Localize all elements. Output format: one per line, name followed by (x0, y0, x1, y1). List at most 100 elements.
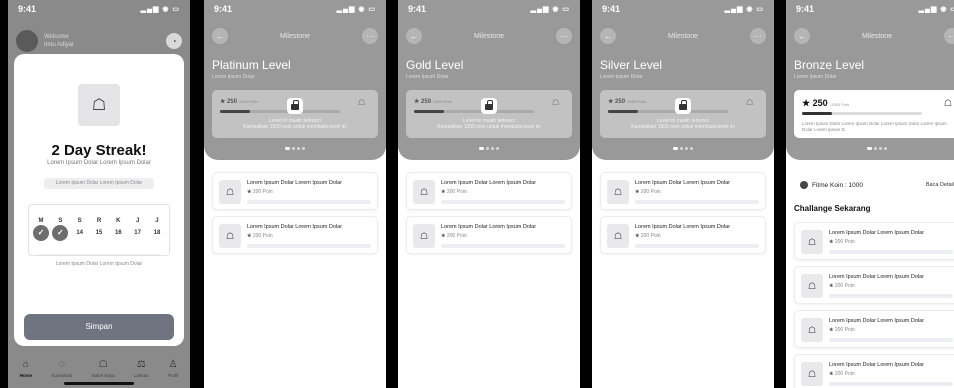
carousel-dot[interactable] (680, 147, 683, 150)
level-progress-bar (802, 112, 922, 115)
challenge-card[interactable]: ☖ Lorem Ipsum Dolar Lorem Ipsum Dolar ★ … (212, 216, 378, 254)
milestone-header-area: 9:41 ▂▄▆ ◉ ▭ ← Milestone ··· Platinum Le… (204, 0, 386, 160)
star-icon: ★ (829, 239, 834, 245)
avatar[interactable] (16, 30, 38, 52)
challenge-progress-bar (635, 244, 759, 248)
challenge-card[interactable]: ☖ Lorem Ipsum Dolar Lorem Ipsum Dolar ★ … (212, 172, 378, 210)
read-detail-link[interactable]: Baca Detail (926, 182, 954, 188)
milestone-nav: ← Milestone ··· (600, 26, 766, 46)
challenge-points: ★ 200 Poin (829, 239, 855, 245)
milestone-platinum-screen: 9:41 ▂▄▆ ◉ ▭ ← Milestone ··· Platinum Le… (204, 0, 386, 388)
challenge-card[interactable]: ☖ Lorem Ipsum Dolar Lorem Ipsum Dolar ★ … (794, 266, 954, 304)
milestone-bronze-screen: 9:41 ▂▄▆ ◉ ▭ ← Milestone ··· Bronze Leve… (786, 0, 954, 388)
challenge-card[interactable]: ☖ Lorem Ipsum Dolar Lorem Ipsum Dolar ★ … (406, 216, 572, 254)
challenge-progress-bar (829, 250, 953, 254)
welcome-label: Welcome (44, 34, 69, 40)
tab-latihan[interactable]: ⚖ Latihan (134, 359, 149, 378)
challenge-points-label: 200 Poin (834, 239, 855, 245)
level-card-locked[interactable]: ★ 250 /1000 Poin ☖ Level ini masih terku… (406, 90, 572, 138)
challenge-points-label: 200 Poin (834, 327, 855, 333)
more-icon[interactable]: ··· (750, 28, 766, 44)
back-arrow-icon[interactable]: ← (600, 28, 616, 44)
tab-label: Konsultasi (51, 373, 73, 378)
save-button[interactable]: Simpan (24, 314, 174, 340)
more-icon[interactable]: ··· (556, 28, 572, 44)
back-arrow-icon[interactable]: ← (794, 28, 810, 44)
carousel-dot[interactable] (874, 147, 877, 150)
star-icon: ★ (635, 189, 640, 195)
carousel-dot[interactable] (302, 147, 305, 150)
challenge-card[interactable]: ☖ Lorem Ipsum Dolar Lorem Ipsum Dolar ★ … (406, 172, 572, 210)
locked-message: Level ini masih terkunci Kumpulkan 1000 … (212, 118, 378, 130)
carousel-dot-active[interactable] (673, 147, 678, 150)
challenge-points: ★ 200 Poin (441, 189, 467, 195)
milestone-nav: ← Milestone ··· (794, 26, 954, 46)
carousel-dot-active[interactable] (285, 147, 290, 150)
status-bar: 9:41 ▂▄▆ ◉ ▭ (8, 0, 190, 18)
star-icon: ★ (441, 189, 446, 195)
challenge-card[interactable]: ☖ Lorem Ipsum Dolar Lorem Ipsum Dolar ★ … (600, 216, 766, 254)
carousel-dots (204, 147, 386, 150)
carousel-dot[interactable] (685, 147, 688, 150)
status-time: 9:41 (18, 4, 37, 14)
tab-kalori-saya[interactable]: ☖ Kalori Saya (92, 359, 115, 378)
level-subtitle: Lorem Ipsum Dolar (794, 74, 837, 80)
dumbbell-icon: ⚖ (136, 359, 146, 370)
home-icon: ⌂ (22, 359, 29, 370)
tab-konsultasi[interactable]: ◌ Konsultasi (52, 359, 73, 378)
signal-battery-icon: ▂▄▆ ◉ ▭ (140, 6, 180, 13)
challenge-title: Lorem Ipsum Dolar Lorem Ipsum Dolar (247, 224, 343, 230)
more-icon[interactable]: ··· (944, 28, 954, 44)
chat-icon: ◌ (58, 359, 65, 370)
calendar-date: 17 (134, 230, 141, 236)
challenge-card[interactable]: ☖ Lorem Ipsum Dolar Lorem Ipsum Dolar ★ … (794, 310, 954, 348)
challenge-points-label: 200 Poin (640, 189, 661, 195)
level-card-locked[interactable]: ★ 250 /1000 Poin ☖ Level ini masih terku… (600, 90, 766, 138)
carousel-dot[interactable] (292, 147, 295, 150)
milestone-header-area: 9:41 ▂▄▆ ◉ ▭ ← Milestone ··· Bronze Leve… (786, 0, 954, 160)
challenge-progress-bar (635, 200, 759, 204)
notification-bell-icon[interactable]: ◔ (166, 33, 182, 49)
milestone-header-area: 9:41 ▂▄▆ ◉ ▭ ← Milestone ··· Silver Leve… (592, 0, 774, 160)
challenge-title: Lorem Ipsum Dolar Lorem Ipsum Dolar (829, 318, 925, 324)
screens-canvas: 9:41 ▂▄▆ ◉ ▭ Welcome Imtu Adiyar ◔ ☖ 2 D… (0, 0, 954, 388)
challenge-icon: ☖ (413, 224, 435, 248)
challenge-icon: ☖ (219, 180, 241, 204)
carousel-dot[interactable] (486, 147, 489, 150)
carousel-dot[interactable] (491, 147, 494, 150)
carousel-dot-active[interactable] (867, 147, 872, 150)
level-progress-bar (608, 110, 728, 113)
status-bar: 9:41 ▂▄▆ ◉ ▭ (786, 0, 954, 18)
challenge-points-label: 200 Poin (252, 233, 273, 239)
more-icon[interactable]: ··· (362, 28, 378, 44)
tab-home[interactable]: ⌂ Home (20, 359, 33, 378)
carousel-dot[interactable] (884, 147, 887, 150)
streak-footer-text: Lorem Ipsum Dolar Lorem Ipsum Dolar (38, 254, 160, 267)
level-card-locked[interactable]: ★ 250 /1000 Poin ☖ Level ini masih terku… (212, 90, 378, 138)
back-arrow-icon[interactable]: ← (212, 28, 228, 44)
star-icon: ★ (829, 283, 834, 289)
carousel-dot[interactable] (297, 147, 300, 150)
level-progress-fill (220, 110, 250, 113)
points-total: /1000 Poin (432, 99, 452, 104)
milestone-gold-screen: 9:41 ▂▄▆ ◉ ▭ ← Milestone ··· Gold Level … (398, 0, 580, 388)
back-arrow-icon[interactable]: ← (406, 28, 422, 44)
nav-title: Milestone (280, 32, 310, 40)
tab-label: Profil (168, 373, 179, 378)
tab-profil[interactable]: ♙ Profil (168, 359, 178, 378)
carousel-dot[interactable] (690, 147, 693, 150)
level-card-active[interactable]: ★ 250 /1000 Poin ☖ Lorem Ipsum Dolar Lor… (794, 90, 954, 138)
challenge-title: Lorem Ipsum Dolar Lorem Ipsum Dolar (829, 230, 925, 236)
carousel-dot-active[interactable] (479, 147, 484, 150)
challenge-card[interactable]: ☖ Lorem Ipsum Dolar Lorem Ipsum Dolar ★ … (794, 354, 954, 388)
fitme-koin-balance: Fitme Koin : 1000 (812, 181, 863, 189)
carousel-dots (786, 147, 954, 150)
carousel-dot[interactable] (879, 147, 882, 150)
streak-modal: ☖ 2 Day Streak! Lorem Ipsum Dolar Lorem … (14, 54, 184, 346)
challenge-title: Lorem Ipsum Dolar Lorem Ipsum Dolar (441, 180, 537, 186)
calendar-date: 18 (153, 230, 161, 236)
carousel-dot[interactable] (496, 147, 499, 150)
challenge-card[interactable]: ☖ Lorem Ipsum Dolar Lorem Ipsum Dolar ★ … (600, 172, 766, 210)
points-total: /1000 Poin (238, 99, 258, 104)
challenge-card[interactable]: ☖ Lorem Ipsum Dolar Lorem Ipsum Dolar ★ … (794, 222, 954, 260)
